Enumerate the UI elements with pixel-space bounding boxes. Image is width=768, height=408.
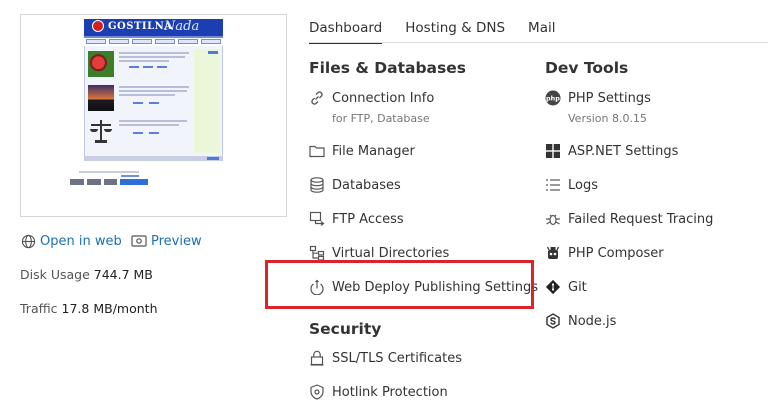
open-in-web-link[interactable]: Open in web (20, 233, 122, 249)
tabs-divider (309, 42, 768, 43)
preview-label: Preview (151, 233, 202, 249)
ssl-tls-certificates-label: SSL/TLS Certificates (332, 350, 462, 366)
hotlink-protection-label: Hotlink Protection (332, 384, 448, 400)
php-version: Version 8.0.15 (568, 112, 647, 125)
tab-hosting-dns[interactable]: Hosting & DNS (405, 20, 505, 44)
tab-mail[interactable]: Mail (528, 20, 555, 44)
dev-tools-title: Dev Tools (545, 59, 629, 77)
composer-icon (545, 245, 561, 261)
nodejs-item[interactable]: Node.js (545, 313, 616, 329)
site-title: GOSTILNA (108, 21, 173, 32)
svg-text:php: php (546, 95, 560, 103)
connection-info-item[interactable]: Connection Info (309, 90, 434, 106)
logs-label: Logs (568, 177, 598, 193)
nodejs-label: Node.js (568, 313, 617, 329)
logs-icon (545, 177, 561, 193)
preview-link[interactable]: Preview (131, 233, 202, 249)
site-screenshot: GOSTILNA Nada (84, 19, 223, 171)
tab-dashboard[interactable]: Dashboard (309, 20, 383, 44)
ftp-access-label: FTP Access (332, 211, 404, 227)
ftp-icon (309, 211, 325, 227)
failed-request-tracing-label: Failed Request Tracing (568, 211, 714, 227)
flower-photo (88, 51, 114, 77)
traffic-label: Traffic (20, 301, 58, 316)
sunset-photo (88, 85, 114, 111)
site-logo-icon (92, 20, 104, 32)
site-header: GOSTILNA Nada (84, 19, 223, 38)
bug-icon (545, 211, 561, 227)
folder-icon (309, 143, 325, 159)
hotlink-protection-item[interactable]: Hotlink Protection (309, 384, 448, 400)
logs-item[interactable]: Logs (545, 177, 598, 193)
windows-icon (545, 143, 561, 159)
site-nav (86, 39, 221, 44)
disk-usage-value: 744.7 MB (93, 267, 153, 282)
ftp-access-item[interactable]: FTP Access (309, 211, 404, 227)
databases-label: Databases (332, 177, 401, 193)
preview-icon (131, 233, 147, 249)
php-composer-label: PHP Composer (568, 245, 664, 261)
php-settings-label: PHP Settings (568, 90, 651, 106)
asp-net-settings-label: ASP.NET Settings (568, 143, 679, 159)
file-manager-item[interactable]: File Manager (309, 143, 415, 159)
asp-net-settings-item[interactable]: ASP.NET Settings (545, 143, 678, 159)
traffic-value: 17.8 MB/month (61, 301, 158, 316)
connection-info-label: Connection Info (332, 90, 435, 106)
virtual-directories-item[interactable]: Virtual Directories (309, 245, 449, 261)
nodejs-icon (545, 313, 561, 329)
open-in-web-label: Open in web (40, 233, 122, 249)
php-icon: php (545, 90, 561, 106)
connection-info-sub: for FTP, Database (332, 112, 430, 125)
globe-icon (20, 233, 36, 249)
scales-icon (90, 119, 112, 143)
git-label: Git (568, 279, 587, 295)
shield-icon (309, 384, 325, 400)
database-icon (309, 177, 325, 193)
website-preview-thumbnail[interactable]: GOSTILNA Nada (20, 14, 287, 217)
php-composer-item[interactable]: PHP Composer (545, 245, 664, 261)
ssl-tls-certificates-item[interactable]: SSL/TLS Certificates (309, 350, 462, 366)
failed-request-tracing-item[interactable]: Failed Request Tracing (545, 211, 713, 227)
site-title-script: Nada (164, 19, 200, 34)
sitemap-icon (309, 245, 325, 261)
git-icon (545, 279, 561, 295)
virtual-directories-label: Virtual Directories (332, 245, 450, 261)
traffic: Traffic 17.8 MB/month (20, 301, 158, 316)
disk-usage-label: Disk Usage (20, 267, 90, 282)
site-badges (70, 179, 148, 185)
php-settings-item[interactable]: php PHP Settings (545, 90, 651, 106)
site-body (84, 46, 223, 156)
highlight-box (265, 260, 534, 309)
files-databases-title: Files & Databases (309, 59, 466, 77)
disk-usage: Disk Usage 744.7 MB (20, 267, 153, 282)
main-tabs: Dashboard Hosting & DNS Mail (309, 20, 578, 44)
databases-item[interactable]: Databases (309, 177, 401, 193)
security-title: Security (309, 320, 382, 338)
file-manager-label: File Manager (332, 143, 415, 159)
connection-icon (309, 90, 325, 106)
ssl-icon (309, 350, 325, 366)
git-item[interactable]: Git (545, 279, 587, 295)
